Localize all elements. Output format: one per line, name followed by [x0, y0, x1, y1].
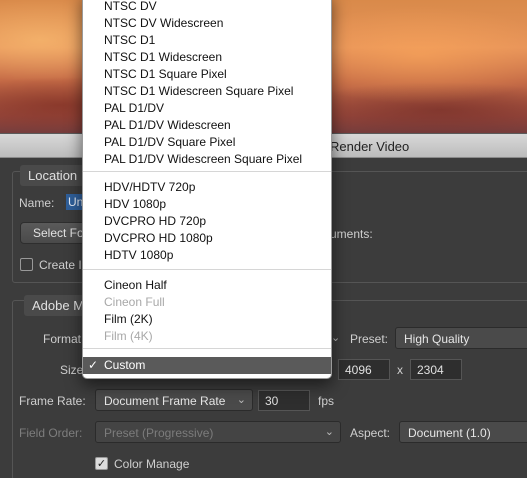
menu-item[interactable]: PAL D1/DV Widescreen Square Pixel	[83, 151, 331, 168]
menu-item[interactable]: NTSC D1 Widescreen Square Pixel	[83, 83, 331, 100]
frame-rate-value: Document Frame Rate	[104, 394, 226, 408]
menu-item-label: Film (2K)	[104, 312, 153, 326]
documents-text: uments:	[330, 227, 373, 241]
dialog-title: Render Video	[330, 139, 410, 154]
menu-item[interactable]: Film (2K)	[83, 311, 331, 328]
menu-separator	[83, 269, 331, 270]
create-folder-label: Create I	[39, 258, 82, 272]
size-x-label: x	[397, 363, 403, 377]
menu-item-label: NTSC D1 Widescreen	[104, 50, 223, 64]
menu-item[interactable]: HDV/HDTV 720p	[83, 179, 331, 196]
menu-item[interactable]: NTSC DV	[83, 0, 331, 15]
menu-item-label: HDV 1080p	[104, 197, 167, 211]
menu-item-label: NTSC D1 Square Pixel	[104, 67, 227, 81]
menu-item-label: Film (4K)	[104, 329, 153, 343]
menu-item-label: DVCPRO HD 1080p	[104, 231, 213, 245]
format-chevron-icon[interactable]: ⌄	[331, 331, 340, 344]
aspect-select[interactable]: Document (1.0)	[399, 421, 527, 443]
menu-item[interactable]: NTSC D1 Square Pixel	[83, 66, 331, 83]
menu-separator	[83, 171, 331, 172]
menu-item-label: HDV/HDTV 720p	[104, 180, 196, 194]
menu-item[interactable]: NTSC DV Widescreen	[83, 15, 331, 32]
field-order-select[interactable]: Preset (Progressive) ⌄	[95, 421, 341, 443]
menu-item-label: PAL D1/DV Widescreen Square Pixel	[104, 152, 303, 166]
menu-item-label: PAL D1/DV	[104, 101, 165, 115]
field-order-chevron-icon: ⌄	[324, 426, 334, 438]
checkmark-icon: ✓	[88, 358, 99, 372]
menu-item-label: Custom	[104, 358, 146, 372]
menu-item-label: DVCPRO HD 720p	[104, 214, 207, 228]
location-legend: Location	[20, 165, 86, 186]
menu-item[interactable]: NTSC D1	[83, 32, 331, 49]
menu-item[interactable]: PAL D1/DV Widescreen	[83, 117, 331, 134]
menu-item[interactable]: PAL D1/DV Square Pixel	[83, 134, 331, 151]
preset-select[interactable]: High Quality	[395, 327, 527, 349]
menu-item-label: NTSC D1	[104, 33, 156, 47]
menu-item[interactable]: DVCPRO HD 720p	[83, 213, 331, 230]
menu-item-label: PAL D1/DV Square Pixel	[104, 135, 236, 149]
name-label: Name:	[19, 196, 55, 210]
aspect-label: Aspect:	[350, 426, 391, 440]
menu-item-label: HDTV 1080p	[104, 248, 174, 262]
fps-label: fps	[318, 394, 335, 408]
fps-input[interactable]: 30	[258, 390, 310, 411]
field-order-label: Field Order:	[19, 426, 83, 440]
menu-item-label: NTSC DV	[104, 0, 157, 13]
color-manage-label: Color Manage	[114, 457, 190, 471]
create-folder-checkbox[interactable]	[20, 258, 33, 271]
frame-rate-select[interactable]: Document Frame Rate ⌄	[95, 389, 253, 411]
size-label: Size	[60, 363, 84, 377]
menu-item-label: NTSC D1 Widescreen Square Pixel	[104, 84, 294, 98]
menu-item[interactable]: HDV 1080p	[83, 196, 331, 213]
height-input[interactable]: 2304	[410, 359, 462, 380]
menu-item: Cineon Full	[83, 294, 331, 311]
menu-item[interactable]: PAL D1/DV	[83, 100, 331, 117]
aspect-value: Document (1.0)	[408, 426, 491, 440]
menu-item-label: PAL D1/DV Widescreen	[104, 118, 231, 132]
menu-item[interactable]: NTSC D1 Widescreen	[83, 49, 331, 66]
color-manage-checkbox[interactable]: ✓	[95, 457, 108, 470]
frame-rate-label: Frame Rate:	[19, 394, 86, 408]
menu-item-label: Cineon Half	[104, 278, 167, 292]
menu-item[interactable]: Cineon Half	[83, 277, 331, 294]
menu-item[interactable]: DVCPRO HD 1080p	[83, 230, 331, 247]
preset-value: High Quality	[404, 332, 470, 346]
size-preset-menu: NTSC DV NTSC DV Widescreen NTSC D1 NTSC D1 …	[82, 0, 332, 379]
menu-item-label: NTSC DV Widescreen	[104, 16, 224, 30]
width-input[interactable]: 4096	[338, 359, 390, 380]
menu-item[interactable]: ✓ Custom	[83, 357, 331, 374]
menu-item[interactable]: HDTV 1080p	[83, 247, 331, 264]
menu-item: Film (4K)	[83, 328, 331, 345]
format-label: Format	[43, 332, 82, 346]
menu-separator	[83, 348, 331, 349]
preset-label: Preset:	[350, 332, 389, 346]
menu-item-label: Cineon Full	[104, 295, 165, 309]
field-order-value: Preset (Progressive)	[104, 426, 214, 440]
frame-rate-chevron-icon: ⌄	[236, 394, 246, 406]
